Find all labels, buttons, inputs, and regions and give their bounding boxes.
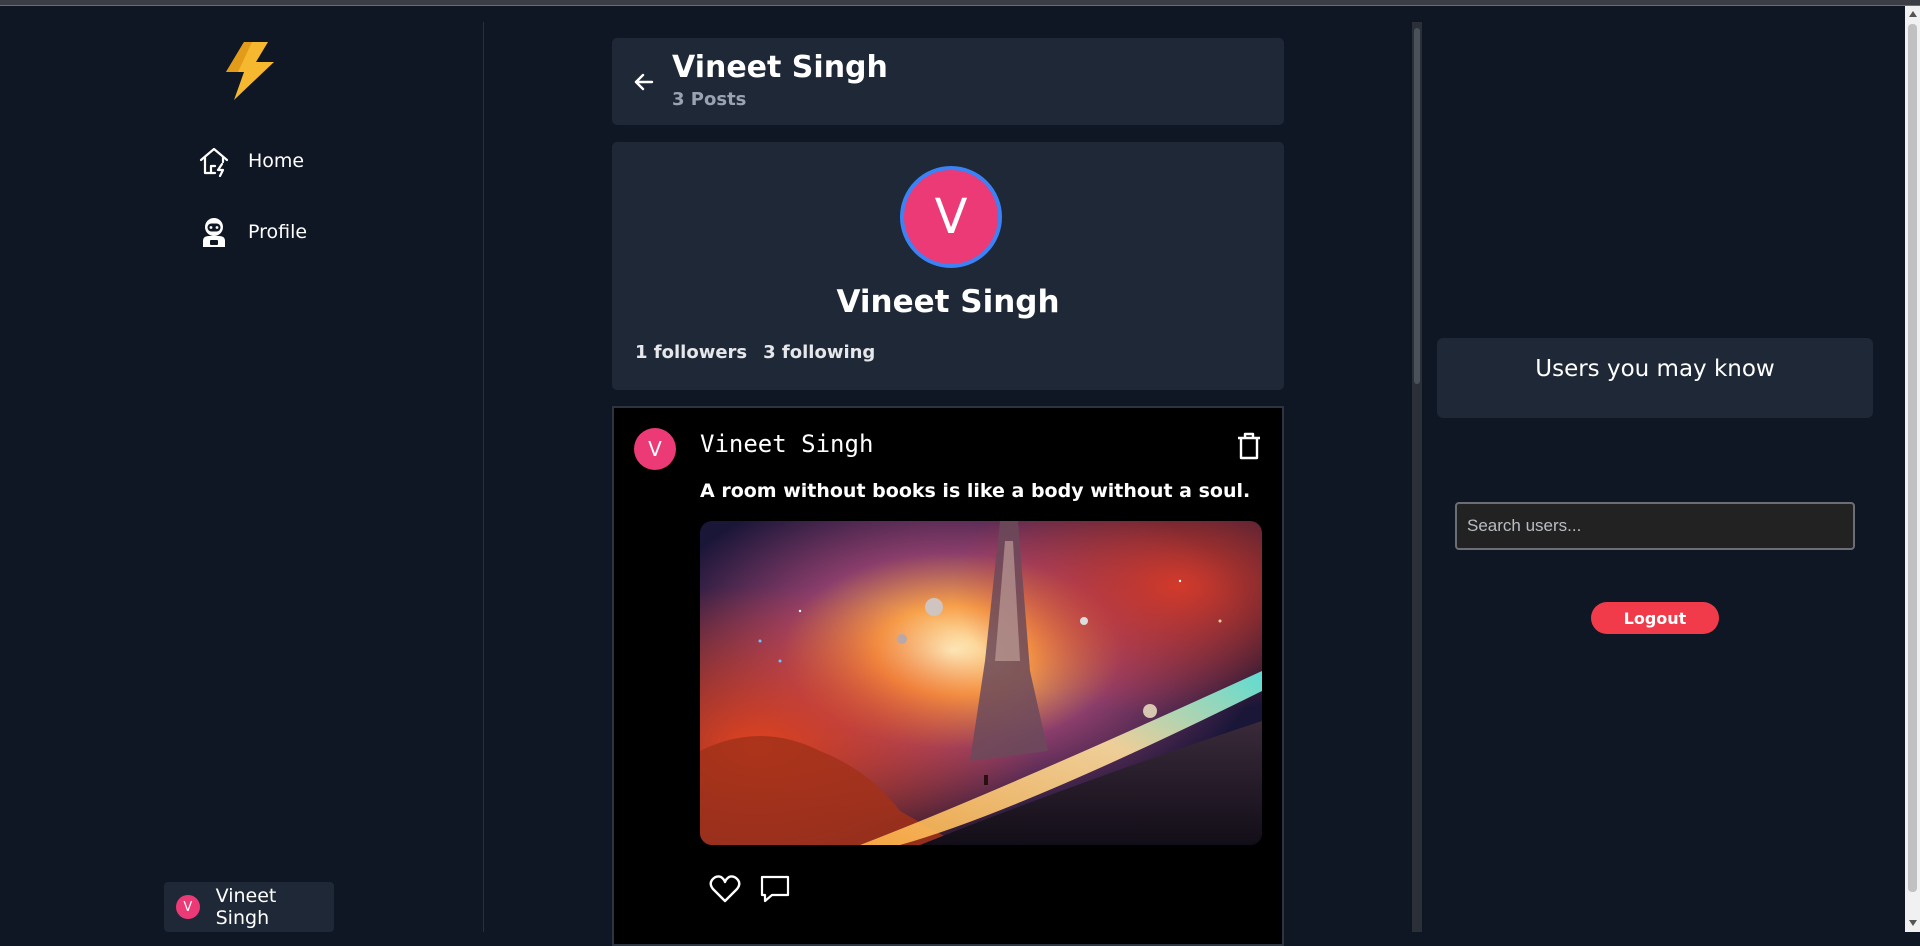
astronaut-icon <box>203 218 225 247</box>
profile-card: V Vineet Singh 1 followers 3 following <box>612 142 1284 390</box>
trash-icon[interactable] <box>1236 432 1262 460</box>
heart-icon[interactable] <box>708 872 742 906</box>
page-scrollbar-thumb[interactable] <box>1908 24 1917 892</box>
comment-icon[interactable] <box>758 872 792 906</box>
sidebar-divider <box>483 22 484 932</box>
feed-scrollbar-thumb[interactable] <box>1414 28 1420 384</box>
scroll-down-arrow-icon[interactable] <box>1909 920 1917 926</box>
profile-name: Vineet Singh <box>836 284 1060 320</box>
logout-button[interactable]: Logout <box>1591 602 1719 634</box>
nav-profile-label: Profile <box>248 221 308 243</box>
post-card: V Vineet Singh A room without books is l… <box>612 406 1284 946</box>
posts-count: 3 Posts <box>672 89 747 110</box>
current-user-name: Vineet Singh <box>215 885 277 929</box>
avatar: V <box>176 895 200 919</box>
post-image[interactable] <box>700 521 1262 845</box>
scroll-up-arrow-icon[interactable] <box>1909 11 1917 17</box>
back-arrow-icon[interactable] <box>630 68 658 96</box>
profile-avatar: V <box>900 166 1002 268</box>
current-user-chip[interactable]: V Vineet Singh <box>164 882 334 932</box>
nav-home-label: Home <box>248 150 305 172</box>
post-avatar[interactable]: V <box>634 428 676 470</box>
followers-count[interactable]: 1 followers <box>635 342 747 363</box>
follow-stats: 1 followers 3 following <box>635 342 875 363</box>
page-title: Vineet Singh <box>672 50 888 85</box>
home-icon <box>199 147 229 177</box>
profile-header: Vineet Singh 3 Posts <box>612 38 1284 125</box>
following-count[interactable]: 3 following <box>763 342 875 363</box>
post-author[interactable]: Vineet Singh <box>700 430 873 458</box>
nav-home[interactable]: Home <box>198 145 304 177</box>
suggest-title: Users you may know <box>1535 356 1775 382</box>
lightning-logo-icon[interactable] <box>222 42 278 100</box>
users-you-may-know-card: Users you may know <box>1437 338 1873 418</box>
post-text: A room without books is like a body with… <box>700 480 1251 502</box>
nav-profile[interactable]: Profile <box>198 216 307 248</box>
search-users-input[interactable] <box>1455 502 1855 550</box>
